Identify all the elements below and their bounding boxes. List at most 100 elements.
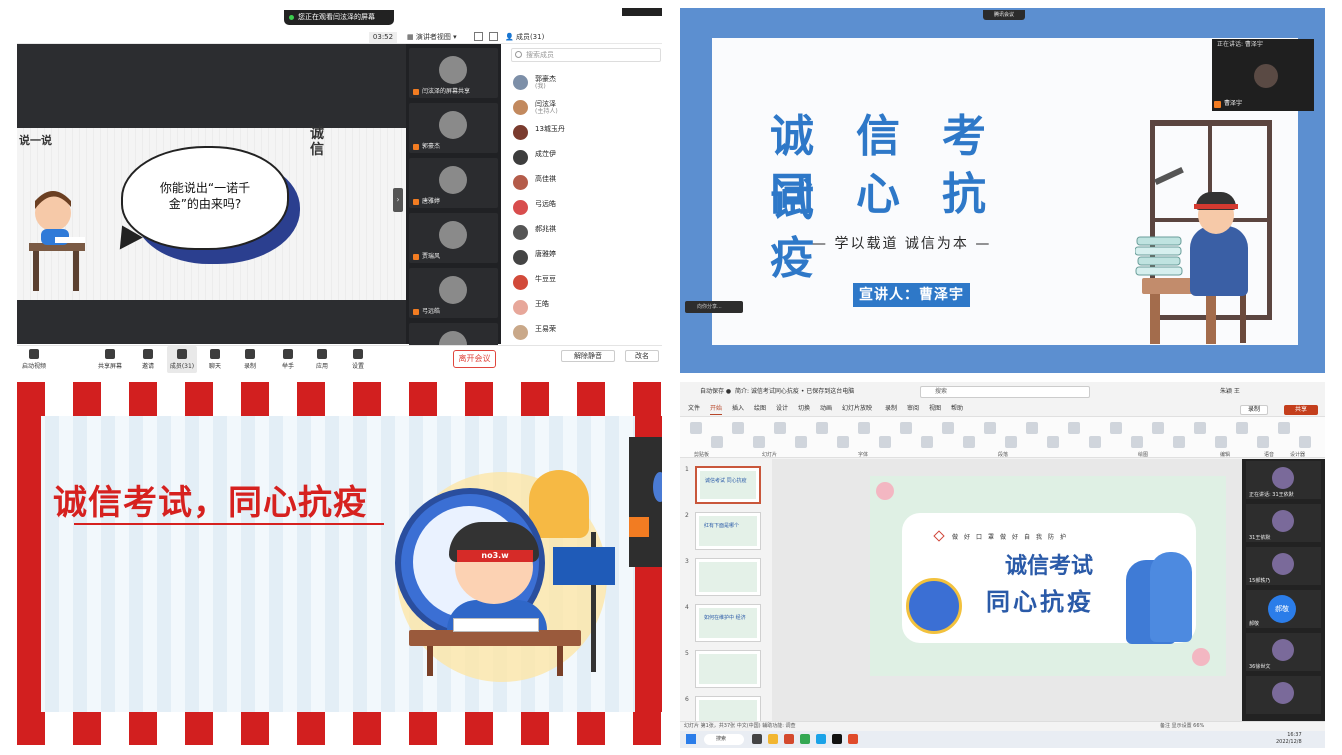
member-list-item[interactable]: 王皓 [513,298,653,318]
participant-video-tile[interactable]: 36徐世文 [1246,633,1321,671]
video-side-panel[interactable] [629,437,662,567]
meeting-control-button[interactable]: 应用 [307,346,337,373]
member-list-item[interactable]: 郝兆祺 [513,223,653,243]
ribbon-command-icon[interactable] [900,422,912,434]
leave-meeting-button[interactable]: 离开会议 [453,350,496,368]
meeting-control-button[interactable]: 成员(31) [167,346,197,373]
ribbon-command-icon[interactable] [711,436,723,448]
rename-button[interactable]: 改名 [625,350,659,362]
ribbon-command-icon[interactable] [1257,436,1269,448]
ribbon-command-icon[interactable] [1089,436,1101,448]
participant-video-tile[interactable]: 郝敬 郝敬 [1246,590,1321,628]
ribbon-command-icon[interactable] [1110,422,1122,434]
member-list-item[interactable]: 13城玉丹 [513,123,653,143]
meeting-control-button[interactable]: 设置 [343,346,373,373]
share-notice-bar[interactable]: 向你分享... [685,301,743,313]
participant-video-tile[interactable]: 贾瑞风 [409,213,498,263]
ribbon-command-icon[interactable] [1005,436,1017,448]
ribbon-command-icon[interactable] [837,436,849,448]
slide-thumbnail[interactable] [695,650,761,688]
slide-thumbnail[interactable]: 红有下面是哪个 [695,512,761,550]
taskview-icon[interactable] [752,734,762,744]
ribbon-command-icon[interactable] [816,422,828,434]
ribbon-tab[interactable]: 审阅 [907,404,919,414]
participant-video-tile[interactable]: 正在讲话: 31王依默 [1246,461,1321,499]
browser-icon[interactable] [800,734,810,744]
meeting-control-button[interactable]: 聊天 [200,346,230,373]
ribbon-tab[interactable]: 幻灯片放映 [842,404,872,414]
slide-thumbnail[interactable]: 如何在维护中 经济 [695,604,761,642]
ppt-user-name[interactable]: 朱颖 王 [1220,387,1240,397]
meeting-control-button[interactable]: 共享屏幕 [95,346,125,373]
ribbon-command-icon[interactable] [774,422,786,434]
ribbon-command-icon[interactable] [921,436,933,448]
ribbon-command-icon[interactable] [879,436,891,448]
share-button[interactable]: 共享 [1284,405,1318,415]
view-mode-button[interactable]: ▦ 演讲者视图 ▾ [407,31,467,43]
record-button[interactable]: 录制 [1240,405,1268,415]
ribbon-command-icon[interactable] [1068,422,1080,434]
ribbon-command-icon[interactable] [1047,436,1059,448]
member-list-item[interactable]: 闫泫泽 (主持人) [513,98,653,118]
ribbon-command-icon[interactable] [942,422,954,434]
slide-thumbnail[interactable] [695,558,761,596]
meeting-control-button[interactable]: 举手 [273,346,303,373]
status-right-text[interactable]: 备注 显示设置 66% [1160,722,1204,730]
window-controls[interactable] [622,8,662,16]
ribbon-command-icon[interactable] [753,436,765,448]
fullscreen-icon[interactable] [474,32,483,41]
ribbon-command-icon[interactable] [858,422,870,434]
unmute-all-button[interactable]: 解除静音 [561,350,615,362]
panel-collapse-handle[interactable]: › [393,188,403,212]
member-list-item[interactable]: 王易荣 [513,323,653,343]
participant-video-tile[interactable]: 31王依默 [1246,504,1321,542]
member-list-item[interactable]: 牛豆豆 [513,273,653,293]
meeting-control-button[interactable]: 录制 [235,346,265,373]
ribbon-tab[interactable]: 动画 [820,404,832,414]
ribbon-tab[interactable]: 设计 [776,404,788,414]
ribbon-command-icon[interactable] [1173,436,1185,448]
ribbon-command-icon[interactable] [1278,422,1290,434]
ribbon-command-icon[interactable] [795,436,807,448]
member-list-item[interactable]: 郭豪杰 (我) [513,73,653,93]
participant-video-tile[interactable]: 弓远皓 [409,268,498,318]
office-icon[interactable] [848,734,858,744]
ribbon-tab[interactable]: 切换 [798,404,810,414]
ribbon-tab[interactable]: 插入 [732,404,744,414]
meeting-control-button[interactable]: 邀请 [133,346,163,373]
member-list-item[interactable]: 高佳祺 [513,173,653,193]
ribbon-command-icon[interactable] [1215,436,1227,448]
ribbon-command-icon[interactable] [1299,436,1311,448]
ribbon-tab[interactable]: 帮助 [951,404,963,414]
member-list-item[interactable]: 成茳伊 [513,148,653,168]
windows-start-icon[interactable] [686,734,696,744]
ribbon-command-icon[interactable] [1236,422,1248,434]
ppt-app-icon[interactable] [784,734,794,744]
participant-video-tile[interactable]: 郭豪杰 [409,103,498,153]
ribbon-tab[interactable]: 开始 [710,404,723,415]
ribbon-command-icon[interactable] [1152,422,1164,434]
ribbon-command-icon[interactable] [690,422,702,434]
participant-video-tile[interactable]: 闫泫泽的屏幕共享 [409,48,498,98]
participant-video-tile[interactable]: 15郝轶乃 [1246,547,1321,585]
taskbar-search[interactable]: 搜索 [704,734,744,745]
participant-video-tile[interactable]: 唐雅婷 [409,158,498,208]
member-search-input[interactable]: 搜索成员 [511,48,661,62]
participant-video-tile[interactable] [1246,676,1321,714]
tiktok-icon[interactable] [832,734,842,744]
ribbon-tab[interactable]: 录制 [885,404,897,414]
member-list-item[interactable]: 唐雅婷 [513,248,653,268]
ribbon-command-icon[interactable] [984,422,996,434]
ribbon-tab[interactable]: 视图 [929,404,941,414]
ribbon-command-icon[interactable] [732,422,744,434]
layout-icon[interactable] [489,32,498,41]
ribbon-command-icon[interactable] [1194,422,1206,434]
explorer-icon[interactable] [768,734,778,744]
meeting-control-button[interactable]: 启动视频 [19,346,49,373]
ribbon-command-icon[interactable] [1026,422,1038,434]
ribbon-tab[interactable]: 文件 [688,404,700,414]
ppt-search-input[interactable]: 搜索 [920,386,1090,398]
ribbon-command-icon[interactable] [963,436,975,448]
edge-icon[interactable] [816,734,826,744]
member-list-item[interactable]: 弓远皓 [513,198,653,218]
